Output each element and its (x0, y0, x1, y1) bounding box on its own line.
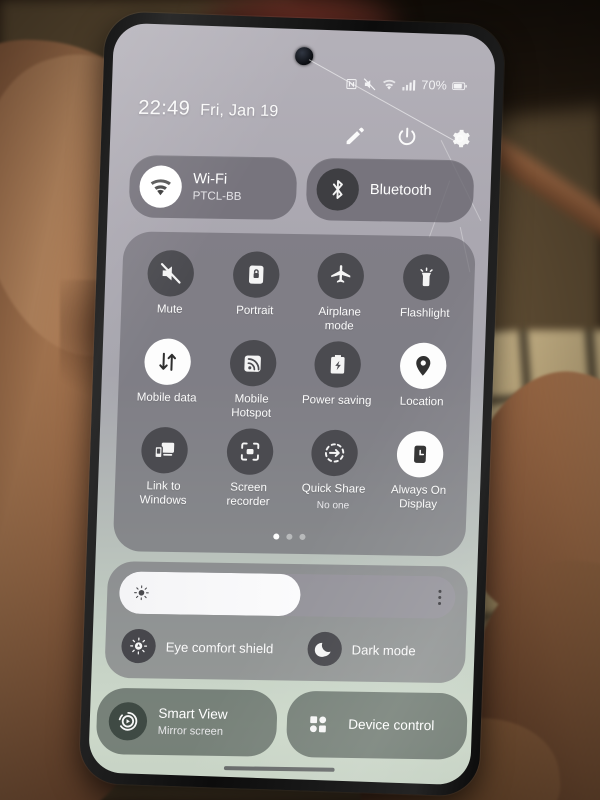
toggle-label: Portrait (235, 304, 274, 318)
quick-settings-panel: 70% 22:49 Fri, Jan 19 Wi-Fi PTCL-BB Blue… (88, 24, 496, 784)
header-actions (342, 124, 472, 150)
gesture-pill[interactable] (223, 766, 335, 772)
toggle-mute[interactable]: Mute (126, 249, 214, 332)
bottom-tiles-row: Smart View Mirror screen Device control (95, 687, 469, 760)
bluetooth-icon (315, 168, 360, 211)
toggle-quick-share[interactable]: Quick Share No one (290, 429, 378, 511)
toggle-label: Location (399, 395, 444, 409)
smart-view-subtitle: Mirror screen (157, 724, 224, 738)
phone-screen[interactable]: 70% 22:49 Fri, Jan 19 Wi-Fi PTCL-BB Blue… (88, 22, 496, 786)
toggle-mobile-data[interactable]: Mobile data (123, 338, 211, 420)
battery-icon (452, 80, 467, 91)
brightness-card: Eye comfort shield Dark mode (104, 561, 469, 684)
smart-view-icon (108, 701, 148, 741)
page-dot-2[interactable] (286, 533, 293, 540)
toggle-eye-comfort-shield[interactable]: Eye comfort shield (120, 628, 308, 666)
toggle-label: Screen recorder (226, 481, 270, 509)
device-control-text: Device control (348, 717, 435, 735)
mute-icon (363, 77, 378, 91)
mute-icon (147, 249, 195, 297)
brightness-icon (132, 584, 151, 602)
status-bar: 70% (111, 70, 496, 96)
toggle-dark-mode[interactable]: Dark mode (306, 631, 416, 668)
front-camera-punch-hole (294, 46, 314, 66)
settings-gear-icon[interactable] (447, 126, 472, 151)
bluetooth-tile-text: Bluetooth (370, 182, 432, 200)
page-indicator (113, 531, 465, 543)
bluetooth-tile[interactable]: Bluetooth (305, 157, 475, 223)
toggle-label: Quick Share (301, 482, 366, 496)
navigation-bar (88, 764, 471, 774)
brightness-slider[interactable] (118, 571, 457, 619)
display-toggle-label: Dark mode (351, 641, 416, 658)
wifi-tile-text: Wi-Fi PTCL-BB (192, 171, 242, 204)
device-control-icon (298, 705, 338, 744)
signal-icon (402, 79, 417, 91)
bluetooth-tile-title: Bluetooth (369, 181, 432, 199)
display-toggle-label: Eye comfort shield (165, 638, 274, 656)
clock-date: Fri, Jan 19 (199, 101, 279, 121)
toggle-label: Airplane mode (318, 305, 362, 333)
toggle-mobile-hotspot[interactable]: Mobile Hotspot (208, 339, 296, 421)
quick-toggles-grid: Mute Portrait Airplane mode Flashlight M… (120, 249, 470, 514)
clock-row: 22:49 Fri, Jan 19 (138, 97, 279, 122)
toggle-label: Flashlight (399, 307, 450, 320)
toggle-label: Power saving (301, 394, 372, 408)
edit-icon[interactable] (342, 124, 367, 149)
page-dot-1[interactable] (273, 533, 280, 540)
toggle-label: Link to Windows (139, 480, 187, 507)
wifi-tile-subtitle: PTCL-BB (192, 189, 242, 203)
always-on-display-icon (395, 431, 444, 479)
wifi-tile-title: Wi-Fi (192, 171, 228, 188)
flashlight-icon (402, 253, 450, 301)
toggle-label: Always On Display (390, 484, 447, 511)
nfc-icon (346, 78, 358, 90)
toggle-label: Mute (156, 303, 183, 316)
toggle-location[interactable]: Location (378, 342, 466, 424)
toggle-label: Mobile Hotspot (231, 393, 272, 420)
moon-icon (306, 631, 343, 667)
quick-share-icon (310, 429, 359, 477)
more-vertical-icon[interactable] (437, 589, 442, 606)
wifi-icon (382, 78, 398, 90)
wifi-icon (138, 165, 183, 209)
phone-device: 70% 22:49 Fri, Jan 19 Wi-Fi PTCL-BB Blue… (78, 11, 506, 797)
device-control-title: Device control (347, 716, 435, 734)
page-dot-3[interactable] (299, 533, 306, 541)
toggle-sublabel: No one (316, 499, 350, 512)
eye-comfort-icon (120, 628, 157, 664)
mobile-data-icon (143, 338, 192, 386)
toggle-always-on-display[interactable]: Always On Display (375, 431, 463, 513)
clock-time: 22:49 (137, 96, 191, 120)
smart-view-title: Smart View (158, 706, 228, 723)
toggle-flashlight[interactable]: Flashlight (382, 253, 470, 336)
toggle-link-to-windows[interactable]: Link to Windows (120, 427, 208, 509)
smart-view-tile[interactable]: Smart View Mirror screen (95, 687, 278, 757)
toggle-label: Mobile data (136, 391, 197, 405)
toggle-screen-recorder[interactable]: Screen recorder (205, 428, 293, 510)
toggle-power-saving[interactable]: Power saving (293, 341, 381, 423)
device-control-tile[interactable]: Device control (285, 690, 469, 760)
toggle-portrait[interactable]: Portrait (211, 251, 299, 333)
display-toggles-row: Eye comfort shield Dark mode (120, 624, 455, 673)
link-to-windows-icon (140, 427, 189, 475)
wifi-tile[interactable]: Wi-Fi PTCL-BB (128, 155, 298, 220)
connectivity-row: Wi-Fi PTCL-BB Bluetooth (128, 155, 475, 223)
smart-view-text: Smart View Mirror screen (158, 706, 228, 739)
screen-recorder-icon (225, 428, 274, 476)
location-pin-icon (398, 342, 447, 390)
quick-toggles-card: Mute Portrait Airplane mode Flashlight M… (112, 231, 477, 557)
battery-percentage: 70% (421, 78, 448, 93)
rotation-lock-icon (232, 251, 280, 299)
power-saving-icon (313, 341, 362, 389)
power-icon[interactable] (395, 125, 420, 150)
hotspot-icon (228, 339, 277, 387)
toggle-airplane-mode[interactable]: Airplane mode (297, 252, 385, 334)
airplane-icon (317, 252, 365, 300)
